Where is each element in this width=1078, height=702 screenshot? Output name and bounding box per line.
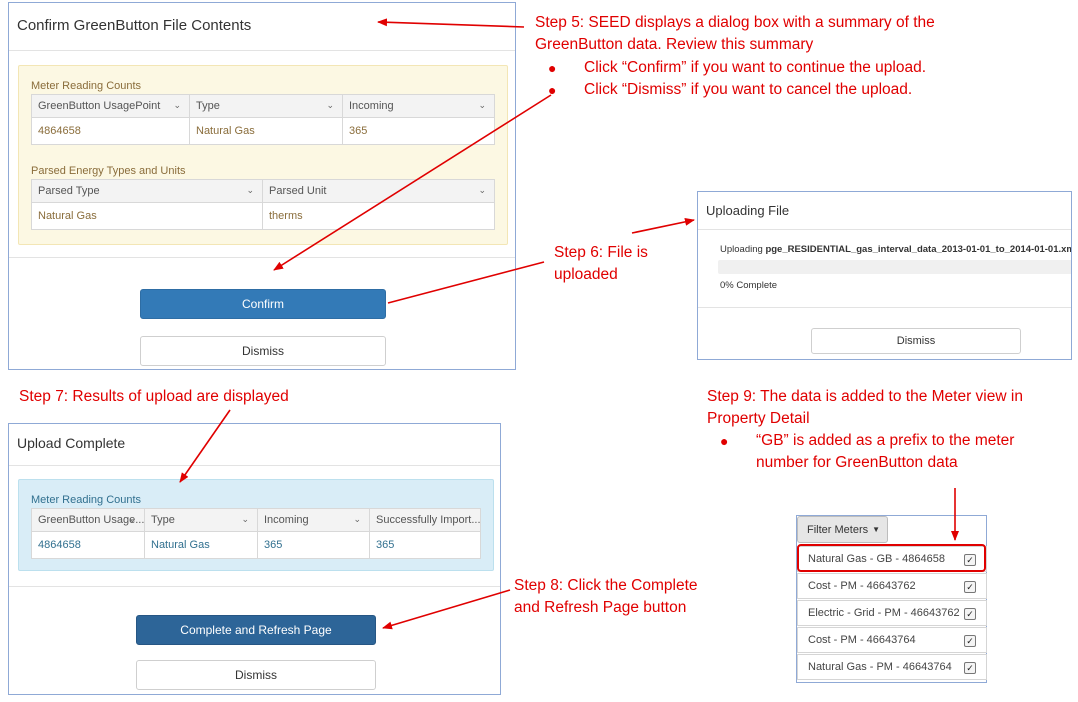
- step7-annotation: Step 7: Results of upload are displayed: [19, 388, 289, 405]
- step5-bullet-confirm: ● Click “Confirm” if you want to continu…: [548, 57, 926, 79]
- arrow-step6-upload: [631, 217, 695, 234]
- highlight-box: [797, 544, 986, 572]
- meter-reading-table: GreenButton UsagePoint ⌄ Type ⌄ Incoming ⌄ …: [31, 94, 495, 145]
- chevron-down-icon[interactable]: ⌄: [478, 100, 486, 111]
- chevron-down-icon[interactable]: ⌄: [353, 514, 361, 525]
- filter-meters-button[interactable]: Filter Meters ▼: [797, 516, 888, 543]
- chevron-down-icon[interactable]: ⌄: [128, 514, 136, 525]
- column-header-parsed-unit[interactable]: Parsed Unit ⌄: [262, 179, 495, 203]
- column-header-type[interactable]: Type ⌄: [189, 94, 343, 118]
- caret-down-icon: ▼: [872, 525, 881, 534]
- column-header-incoming[interactable]: Incoming ⌄: [342, 94, 495, 118]
- bullet-icon: ●: [548, 82, 557, 98]
- summary-panel: Meter Reading Counts GreenButton UsagePo…: [18, 65, 508, 245]
- parsed-energy-types-label: Parsed Energy Types and Units: [31, 165, 186, 177]
- chevron-down-icon[interactable]: ⌄: [173, 100, 181, 111]
- confirm-button[interactable]: Confirm: [140, 289, 386, 319]
- checkbox-checked-icon[interactable]: ✓: [964, 662, 976, 674]
- bullet-icon: ●: [548, 60, 557, 76]
- dialog-title: Uploading File: [698, 192, 1071, 230]
- chevron-down-icon[interactable]: ⌄: [246, 185, 254, 196]
- step6-annotation: Step 6: File is uploaded: [554, 244, 648, 283]
- bullet-icon: ●: [720, 433, 729, 449]
- upload-results-table: GreenButton Usage... ⌄ Type ⌄ Incoming ⌄ Su…: [31, 508, 481, 559]
- dialog-title: Upload Complete: [9, 424, 500, 466]
- checkbox-checked-icon[interactable]: ✓: [964, 635, 976, 647]
- step9-bullet: ● “GB” is added as a prefix to the meter…: [720, 432, 1015, 471]
- uploading-filename-text: Uploading pge_RESIDENTIAL_gas_interval_d…: [720, 244, 1072, 255]
- dismiss-button[interactable]: Dismiss: [140, 336, 386, 366]
- chevron-down-icon[interactable]: ⌄: [326, 100, 334, 111]
- chevron-down-icon[interactable]: ⌄: [241, 514, 249, 525]
- upload-complete-dialog: Upload Complete Meter Reading Counts Gre…: [8, 423, 501, 695]
- table-row: 4864658 Natural Gas 365: [31, 117, 495, 145]
- confirm-greenbutton-dialog: Confirm GreenButton File Contents Meter …: [8, 2, 516, 370]
- meter-item-cost-46643762[interactable]: Cost - PM - 46643762 ✓: [797, 573, 987, 599]
- checkbox-checked-icon[interactable]: ✓: [964, 608, 976, 620]
- dialog-footer-divider: [9, 257, 515, 258]
- meter-filter-panel: Filter Meters ▼ Natural Gas - GB - 48646…: [796, 515, 987, 683]
- column-header-parsed-type[interactable]: Parsed Type ⌄: [31, 179, 263, 203]
- dismiss-button[interactable]: Dismiss: [811, 328, 1021, 354]
- meter-item-natural-gas-pm[interactable]: Natural Gas - PM - 46643764 ✓: [797, 654, 987, 680]
- upload-progress-bar: [718, 260, 1071, 274]
- step5-annotation: Step 5: SEED displays a dialog box with …: [535, 14, 935, 53]
- column-header-incoming[interactable]: Incoming ⌄: [257, 508, 370, 532]
- meter-item-electric-grid[interactable]: Electric - Grid - PM - 46643762 ✓: [797, 600, 987, 626]
- step8-annotation: Step 8: Click the Complete and Refresh P…: [514, 577, 698, 616]
- dialog-footer-divider: [9, 586, 500, 587]
- dismiss-button[interactable]: Dismiss: [136, 660, 376, 690]
- results-panel: Meter Reading Counts GreenButton Usage..…: [18, 479, 494, 571]
- column-header-type[interactable]: Type ⌄: [144, 508, 258, 532]
- step5-bullet-dismiss: ● Click “Dismiss” if you want to cancel …: [548, 79, 912, 101]
- complete-and-refresh-button[interactable]: Complete and Refresh Page: [136, 615, 376, 645]
- column-header-usagepoint[interactable]: GreenButton UsagePoint ⌄: [31, 94, 190, 118]
- table-row: Natural Gas therms: [31, 202, 495, 230]
- table-row: 4864658 Natural Gas 365 365: [31, 531, 481, 559]
- column-header-successfully-imported[interactable]: Successfully Import...: [369, 508, 481, 532]
- step9-annotation: Step 9: The data is added to the Meter v…: [707, 388, 1023, 427]
- checkbox-checked-icon[interactable]: ✓: [964, 581, 976, 593]
- meter-item-cost-46643764[interactable]: Cost - PM - 46643764 ✓: [797, 627, 987, 653]
- dialog-title: Confirm GreenButton File Contents: [9, 3, 515, 51]
- progress-text: 0% Complete: [720, 280, 778, 291]
- upload-filename: pge_RESIDENTIAL_gas_interval_data_2013-0…: [765, 244, 1072, 255]
- meter-reading-counts-label: Meter Reading Counts: [31, 494, 142, 506]
- meter-reading-counts-label: Meter Reading Counts: [31, 80, 142, 92]
- parsed-energy-table: Parsed Type ⌄ Parsed Unit ⌄ Natural Gas th…: [31, 179, 495, 230]
- dialog-footer-divider: [698, 307, 1071, 308]
- uploading-file-dialog: Uploading File Uploading pge_RESIDENTIAL…: [697, 191, 1072, 360]
- column-header-usagepoint[interactable]: GreenButton Usage... ⌄: [31, 508, 145, 532]
- chevron-down-icon[interactable]: ⌄: [478, 185, 486, 196]
